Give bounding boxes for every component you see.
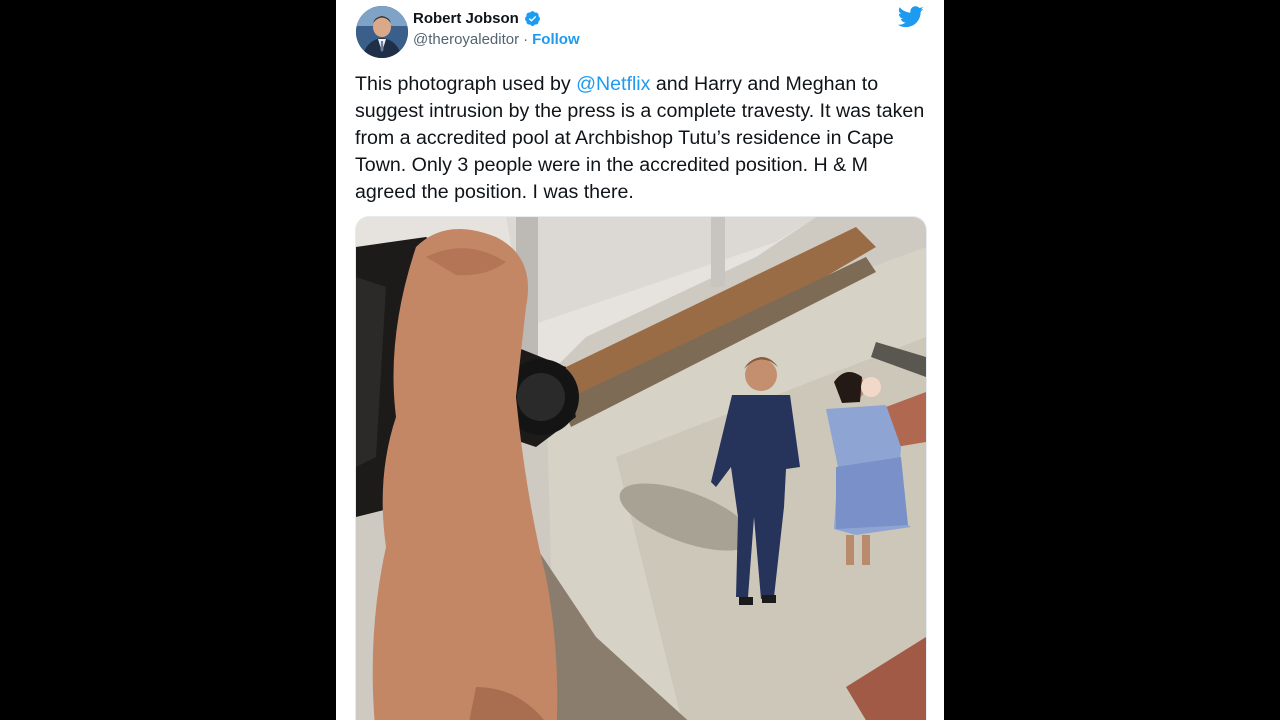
photo-illustration — [356, 217, 926, 720]
tweet-text: This photograph used by @Netflix and Har… — [355, 71, 930, 206]
tweet-photo[interactable] — [355, 216, 927, 720]
tweet-card: Robert Jobson @theroyaleditor · Follow T… — [336, 0, 944, 720]
twitter-bird-icon[interactable] — [898, 6, 924, 28]
mention-link[interactable]: @Netflix — [576, 73, 650, 95]
avatar[interactable] — [356, 6, 408, 58]
author-handle[interactable]: @theroyaleditor — [413, 31, 519, 48]
author-name[interactable]: Robert Jobson — [413, 10, 519, 27]
verified-badge-icon — [524, 11, 540, 26]
tweet-text-intro: This photograph used by — [355, 73, 577, 95]
separator-dot: · — [523, 31, 529, 48]
author-block: Robert Jobson @theroyaleditor · Follow — [413, 10, 580, 48]
follow-button[interactable]: Follow — [532, 31, 580, 48]
